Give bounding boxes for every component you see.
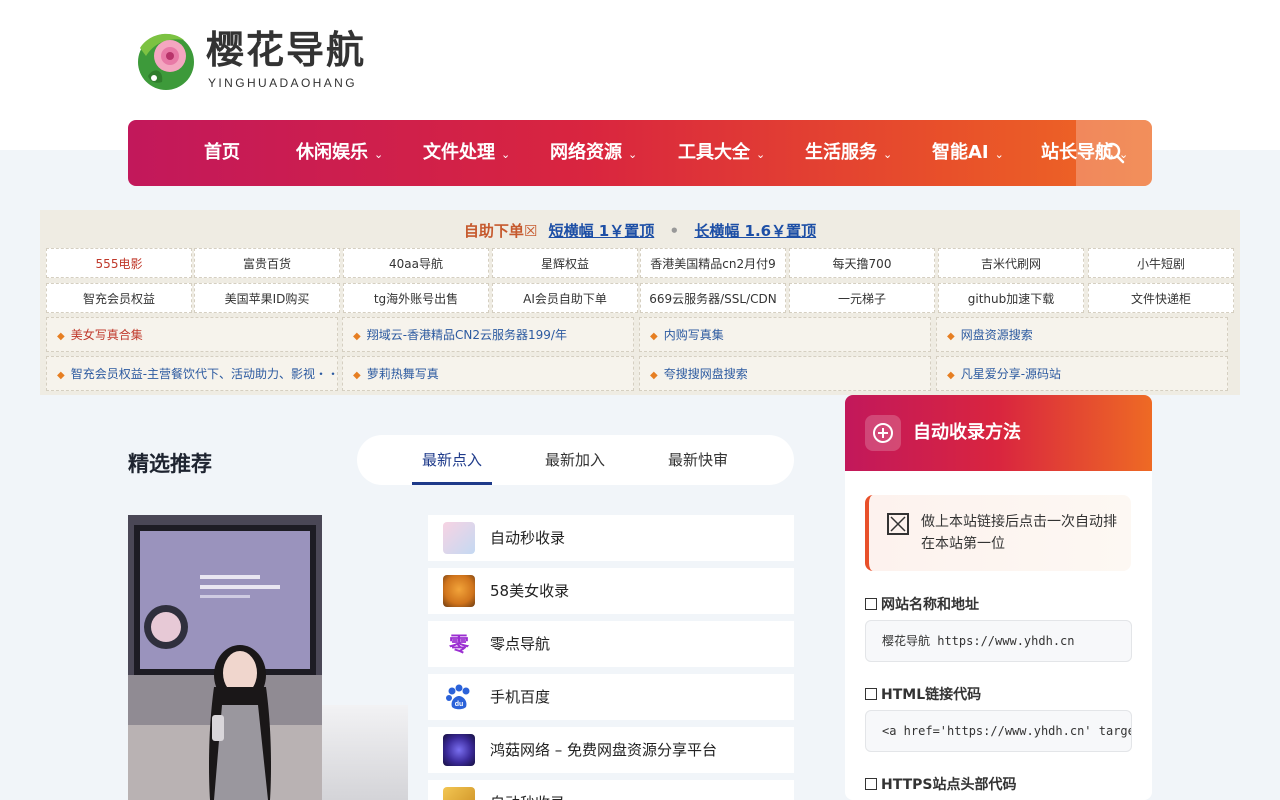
diamond-icon: ◆ bbox=[57, 370, 65, 381]
diamond-icon: ◆ bbox=[57, 331, 65, 342]
list-item[interactable]: du 手机百度 bbox=[428, 674, 794, 720]
ad-banner-link[interactable]: ◆ 凡星爱分享-源码站 bbox=[936, 356, 1228, 391]
ad-link[interactable]: 每天撸700 bbox=[789, 248, 935, 278]
gold-logo-icon bbox=[443, 787, 475, 800]
zero-glyph-icon: 零 bbox=[449, 632, 469, 656]
section-title: 精选推荐 bbox=[128, 452, 212, 476]
ad-link[interactable]: 一元梯子 bbox=[789, 283, 935, 313]
separator-dot: • bbox=[669, 222, 680, 240]
chevron-down-icon: ⌄ bbox=[883, 148, 893, 161]
checkbox-icon bbox=[887, 513, 909, 535]
ad-banner-link[interactable]: ◆ 内购写真集 bbox=[639, 317, 931, 352]
ad-link[interactable]: 小牛短剧 bbox=[1088, 248, 1234, 278]
tab-latest-quick-review[interactable]: 最新快审 bbox=[658, 435, 738, 485]
ad-link[interactable]: 40aa导航 bbox=[343, 248, 489, 278]
list-item[interactable]: 58美女收录 bbox=[428, 568, 794, 614]
tab-latest-clicked[interactable]: 最新点入 bbox=[412, 435, 492, 485]
ad-link[interactable]: 吉米代刷网 bbox=[938, 248, 1084, 278]
field-label: HTTPS站点头部代码 bbox=[865, 774, 1016, 794]
field-label: 网站名称和地址 bbox=[865, 594, 979, 614]
chevron-down-icon: ⌄ bbox=[756, 148, 766, 161]
diamond-icon: ◆ bbox=[353, 331, 361, 342]
chevron-down-icon: ⌄ bbox=[994, 148, 1004, 161]
photo-shadow bbox=[322, 705, 408, 800]
field-label: HTML链接代码 bbox=[865, 684, 981, 704]
long-banner-link[interactable]: 长横幅 1.6￥置顶 bbox=[694, 222, 816, 240]
tab-latest-added[interactable]: 最新加入 bbox=[535, 435, 615, 485]
ad-header: 自助下单☒ 短横幅 1￥置顶 • 长横幅 1.6￥置顶 bbox=[40, 220, 1240, 241]
ad-link[interactable]: 669云服务器/SSL/CDN bbox=[640, 283, 786, 313]
ad-banner-link[interactable]: ◆ 夸搜搜网盘搜索 bbox=[639, 356, 931, 391]
auto-index-panel: 自动收录方法 做上本站链接后点击一次自动排在本站第一位 网站名称和地址 樱花导航… bbox=[845, 395, 1152, 800]
main-nav: 首页 休闲娱乐 ⌄ 文件处理 ⌄ 网络资源 ⌄ 工具大全 ⌄ 生活服务 ⌄ 智能AI ⌄ 站… bbox=[128, 120, 1152, 186]
nav-item-files[interactable]: 文件处理 ⌄ bbox=[423, 120, 510, 186]
ad-banner-link[interactable]: ◆ 萝莉热舞写真 bbox=[342, 356, 634, 391]
ad-panel: 自助下单☒ 短横幅 1￥置顶 • 长横幅 1.6￥置顶 555电影 富贵百货 4… bbox=[40, 210, 1240, 395]
chevron-down-icon: ⌄ bbox=[628, 148, 638, 161]
site-name-field[interactable]: 樱花导航 https://www.yhdh.cn bbox=[865, 620, 1132, 662]
diamond-icon: ◆ bbox=[947, 370, 955, 381]
tip-text: 做上本站链接后点击一次自动排在本站第一位 bbox=[921, 514, 1117, 552]
svg-text:du: du bbox=[455, 701, 464, 708]
neon-logo-icon bbox=[443, 734, 475, 766]
ad-link[interactable]: tg海外账号出售 bbox=[343, 283, 489, 313]
ad-link[interactable]: github加速下载 bbox=[938, 283, 1084, 313]
ad-banner-link[interactable]: ◆ 翔域云-香港精品CN2云服务器199/年 bbox=[342, 317, 634, 352]
square-icon bbox=[865, 778, 877, 790]
ad-link[interactable]: 555电影 bbox=[46, 248, 192, 278]
list-item[interactable]: 自动秒收录 bbox=[428, 515, 794, 561]
ad-link[interactable]: 星辉权益 bbox=[492, 248, 638, 278]
ad-link[interactable]: 智充会员权益 bbox=[46, 283, 192, 313]
nav-item-home[interactable]: 首页 bbox=[204, 120, 240, 186]
ad-banner-link[interactable]: ◆ 网盘资源搜索 bbox=[936, 317, 1228, 352]
featured-photo[interactable] bbox=[128, 515, 322, 800]
ad-link[interactable]: AI会员自助下单 bbox=[492, 283, 638, 313]
ad-banner-link[interactable]: ◆ 美女写真合集 bbox=[46, 317, 338, 352]
tiger-icon bbox=[443, 575, 475, 607]
portrait-image bbox=[128, 515, 322, 800]
baidu-paw-icon: du bbox=[446, 684, 470, 710]
ad-link[interactable]: 美国苹果ID购买 bbox=[194, 283, 340, 313]
diamond-icon: ◆ bbox=[650, 331, 658, 342]
sakura-logo-icon bbox=[138, 33, 194, 90]
search-button[interactable] bbox=[1076, 120, 1152, 186]
tab-bar: 最新点入 最新加入 最新快审 bbox=[357, 435, 794, 485]
nav-item-resources[interactable]: 网络资源 ⌄ bbox=[550, 120, 637, 186]
chevron-down-icon: ⌄ bbox=[501, 148, 511, 161]
chevron-down-icon: ⌄ bbox=[374, 148, 384, 161]
plus-circle-icon bbox=[865, 415, 901, 451]
tip-box: 做上本站链接后点击一次自动排在本站第一位 bbox=[865, 495, 1131, 571]
site-logo[interactable]: 樱花导航 YINGHUADAOHANG bbox=[132, 26, 382, 96]
ad-link[interactable]: 富贵百货 bbox=[194, 248, 340, 278]
list-item[interactable]: 零 零点导航 bbox=[428, 621, 794, 667]
nav-item-life[interactable]: 生活服务 ⌄ bbox=[805, 120, 892, 186]
diamond-icon: ◆ bbox=[650, 370, 658, 381]
ad-link[interactable]: 文件快递柜 bbox=[1088, 283, 1234, 313]
square-icon bbox=[865, 598, 877, 610]
html-code-field[interactable]: <a href='https://www.yhdh.cn' target='_b… bbox=[865, 710, 1132, 752]
logo-subtitle: YINGHUADAOHANG bbox=[208, 76, 357, 90]
self-order-link[interactable]: 自助下单☒ bbox=[464, 222, 537, 240]
diamond-icon: ◆ bbox=[947, 331, 955, 342]
list-item[interactable]: 鸿菇网络 – 免费网盘资源分享平台 bbox=[428, 727, 794, 773]
short-banner-link[interactable]: 短横幅 1￥置顶 bbox=[549, 222, 655, 240]
nav-item-leisure[interactable]: 休闲娱乐 ⌄ bbox=[296, 120, 383, 186]
search-icon bbox=[1103, 142, 1125, 164]
nav-item-tools[interactable]: 工具大全 ⌄ bbox=[678, 120, 765, 186]
diamond-icon: ◆ bbox=[353, 370, 361, 381]
square-icon bbox=[865, 688, 877, 700]
panel-title: 自动收录方法 bbox=[913, 422, 1021, 443]
nav-item-ai[interactable]: 智能AI ⌄ bbox=[932, 120, 1004, 186]
sakura-icon bbox=[443, 522, 475, 554]
list-item[interactable]: 自动秒收录 bbox=[428, 780, 794, 800]
ad-link[interactable]: 香港美国精品cn2月付9 bbox=[640, 248, 786, 278]
ad-banner-link[interactable]: ◆ 智充会员权益-主营餐饮代下、活动助力、影视・・ bbox=[46, 356, 338, 391]
panel-header: 自动收录方法 bbox=[845, 395, 1152, 471]
logo-title: 樱花导航 bbox=[206, 27, 367, 72]
